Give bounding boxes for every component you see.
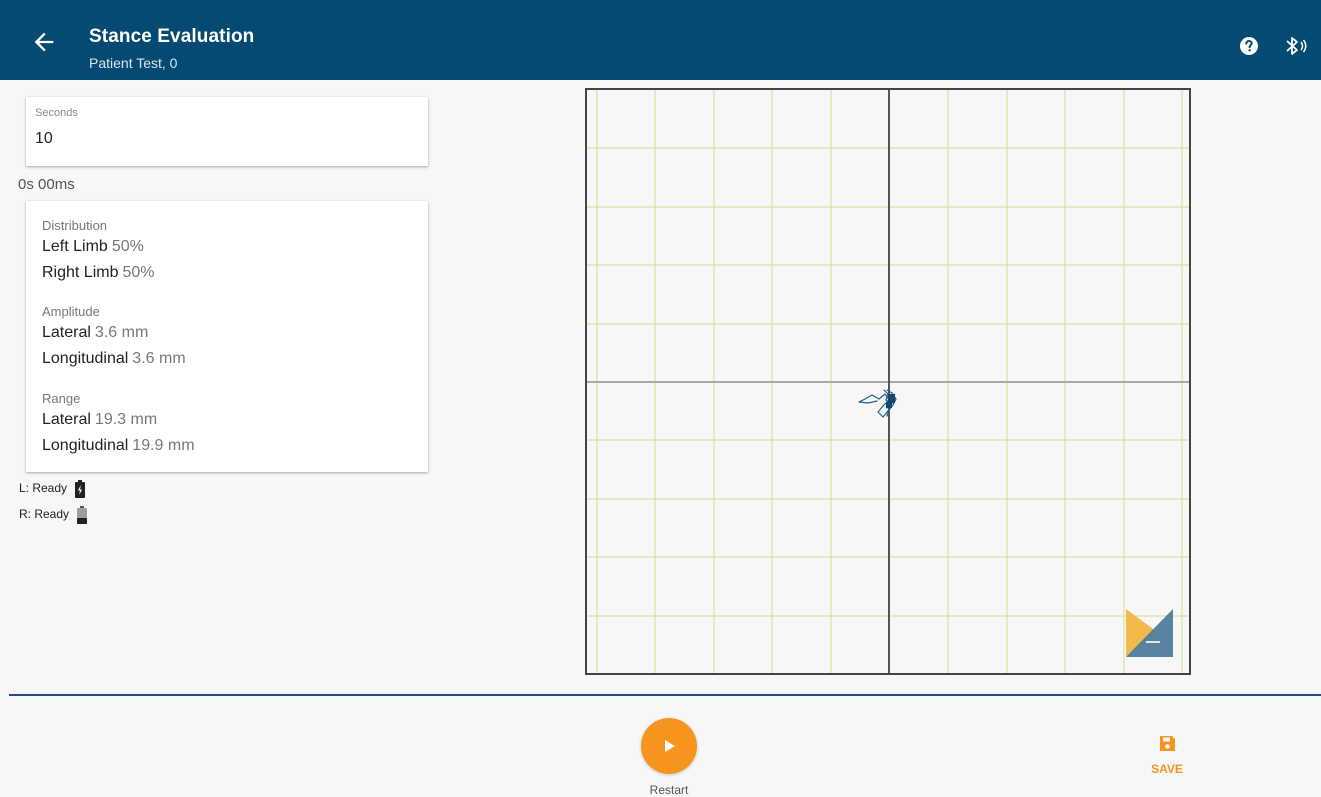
range-longitudinal-value: 19.9 mm bbox=[132, 437, 195, 454]
amplitude-longitudinal-value: 3.6 mm bbox=[132, 350, 186, 367]
range-lateral-label: Lateral bbox=[42, 411, 91, 428]
range-lateral-value: 19.3 mm bbox=[94, 411, 158, 428]
range-longitudinal-label: Longitudinal bbox=[42, 437, 129, 454]
page-title: Stance Evaluation bbox=[89, 26, 255, 47]
bluetooth-button[interactable] bbox=[1283, 34, 1309, 58]
distribution-label: Distribution bbox=[42, 218, 108, 233]
left-limb-value: 50% bbox=[111, 238, 144, 255]
bottom-divider bbox=[9, 694, 1321, 696]
amplitude-lateral-label: Lateral bbox=[42, 324, 91, 341]
save-button[interactable]: SAVE bbox=[1139, 735, 1195, 777]
floppy-disk-icon bbox=[1160, 736, 1175, 751]
app-logo bbox=[1126, 609, 1173, 657]
amplitude-lateral-row: Lateral 3.6 mm bbox=[42, 324, 148, 342]
back-button[interactable] bbox=[30, 28, 58, 56]
save-label: SAVE bbox=[1151, 762, 1183, 776]
right-limb-value: 50% bbox=[122, 264, 155, 281]
battery-icon bbox=[77, 506, 88, 524]
help-button[interactable] bbox=[1239, 36, 1259, 56]
app-bar: Stance Evaluation Patient Test, 0 bbox=[0, 0, 1321, 80]
amplitude-label: Amplitude bbox=[42, 304, 100, 319]
sway-grid bbox=[587, 90, 1189, 673]
range-longitudinal-row: Longitudinal 19.9 mm bbox=[42, 437, 195, 455]
left-device-status: L: Ready bbox=[19, 480, 86, 498]
elapsed-timer: 0s 00ms bbox=[18, 176, 75, 193]
right-limb-label: Right Limb bbox=[42, 264, 119, 281]
seconds-input[interactable] bbox=[35, 130, 405, 148]
right-limb-row: Right Limb 50% bbox=[42, 264, 155, 282]
amplitude-longitudinal-row: Longitudinal 3.6 mm bbox=[42, 350, 186, 368]
amplitude-longitudinal-label: Longitudinal bbox=[42, 350, 129, 367]
seconds-label: Seconds bbox=[35, 107, 78, 119]
left-limb-row: Left Limb 50% bbox=[42, 238, 144, 256]
right-device-status-text: R: Ready bbox=[19, 507, 70, 522]
left-limb-label: Left Limb bbox=[42, 238, 108, 255]
help-circle-icon bbox=[1240, 37, 1258, 55]
stats-card: Distribution Left Limb 50% Right Limb 50% … bbox=[26, 201, 428, 472]
range-lateral-row: Lateral 19.3 mm bbox=[42, 411, 157, 429]
sway-plot bbox=[585, 88, 1191, 675]
patient-subtitle: Patient Test, 0 bbox=[89, 55, 178, 71]
battery-charging-icon bbox=[75, 480, 86, 498]
left-device-status-text: L: Ready bbox=[19, 481, 68, 496]
bluetooth-connected-icon bbox=[1286, 37, 1307, 55]
play-icon bbox=[665, 740, 675, 752]
restart-label: Restart bbox=[649, 783, 689, 797]
restart-button[interactable] bbox=[641, 718, 697, 774]
seconds-field[interactable]: Seconds bbox=[26, 97, 428, 166]
range-label: Range bbox=[42, 391, 81, 406]
right-device-status: R: Ready bbox=[19, 506, 88, 524]
arrow-left-icon bbox=[34, 32, 54, 52]
amplitude-lateral-value: 3.6 mm bbox=[94, 324, 149, 341]
